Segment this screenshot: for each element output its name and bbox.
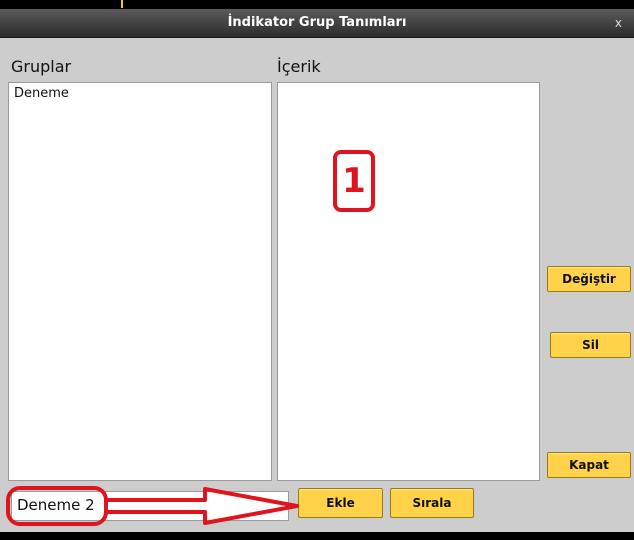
groups-list[interactable]: Deneme	[8, 82, 272, 481]
add-button[interactable]: Ekle	[298, 488, 383, 518]
close-button[interactable]: Kapat	[547, 452, 631, 478]
list-item[interactable]: Deneme	[9, 83, 271, 104]
close-icon[interactable]: x	[615, 16, 622, 30]
input-highlight-annotation	[6, 486, 108, 526]
arrow-annotation	[105, 487, 299, 525]
bottom-strip	[0, 532, 634, 540]
top-strip	[0, 0, 634, 9]
content-list[interactable]	[277, 82, 540, 481]
title-bar: İndikator Grup Tanımları x	[0, 9, 634, 38]
delete-button[interactable]: Sil	[550, 332, 631, 358]
groups-heading: Gruplar	[11, 57, 72, 76]
top-strip-marker	[121, 0, 123, 8]
content-heading: İçerik	[277, 57, 321, 76]
window-title: İndikator Grup Tanımları	[227, 15, 407, 30]
change-button[interactable]: Değiştir	[547, 266, 631, 292]
step-number-annotation: 1	[333, 150, 375, 212]
sort-button[interactable]: Sırala	[390, 488, 474, 518]
